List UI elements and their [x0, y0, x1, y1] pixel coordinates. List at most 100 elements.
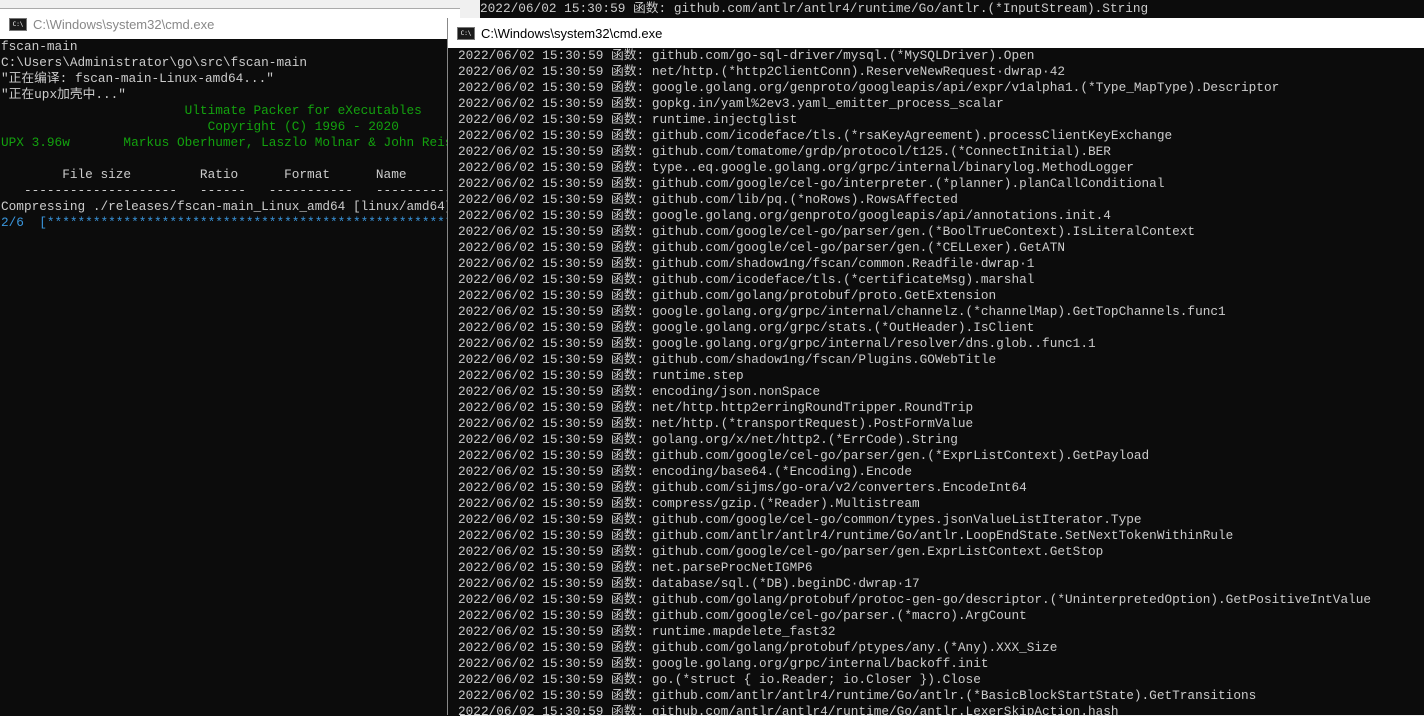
- log-function: github.com/google/cel-go/parser/gen.(*CE…: [651, 240, 1066, 255]
- log-line: 2022/06/02 15:30:59 函数: golang.org/x/net…: [458, 432, 958, 447]
- log-label: 函数: [611, 112, 637, 127]
- log-timestamp: 2022/06/02 15:30:59: [458, 640, 604, 655]
- log-timestamp: 2022/06/02 15:30:59: [458, 320, 604, 335]
- log-line: 2022/06/02 15:30:59 函数: github.com/sijms…: [458, 480, 1027, 495]
- log-function: github.com/google/cel-go/interpreter.(*p…: [651, 176, 1165, 191]
- log-line: 2022/06/02 15:30:59 函数: github.com/antlr…: [458, 528, 1234, 543]
- log-timestamp: 2022/06/02 15:30:59: [458, 96, 604, 111]
- log-line: 2022/06/02 15:30:59 函数: database/sql.(*D…: [458, 576, 920, 591]
- log-label: 函数: [611, 464, 637, 479]
- log-function: google.golang.org/grpc/internal/resolver…: [651, 336, 1096, 351]
- log-label: 函数: [611, 48, 637, 63]
- log-function: github.com/tomatome/grdp/protocol/t125.(…: [651, 144, 1111, 159]
- log-timestamp: 2022/06/02 15:30:59: [458, 672, 604, 687]
- left-console-output: fscan-main C:\Users\Administrator\go\src\…: [0, 39, 460, 716]
- log-function: github.com/google/cel-go/common/types.js…: [651, 512, 1142, 527]
- log-line: 2022/06/02 15:30:59 函数: github.com/golan…: [458, 288, 997, 303]
- log-label: 函数: [611, 544, 637, 559]
- log-timestamp: 2022/06/02 15:30:59: [458, 560, 604, 575]
- log-label: 函数: [611, 576, 637, 591]
- log-label: 函数: [611, 624, 637, 639]
- console-line: 2/6 [***********************************…: [1, 215, 460, 230]
- log-timestamp: 2022/06/02 15:30:59: [458, 592, 604, 607]
- log-line: 2022/06/02 15:30:59 函数: encoding/json.no…: [458, 384, 821, 399]
- log-line: 2022/06/02 15:30:59 函数: github.com/shado…: [458, 256, 1035, 271]
- log-function: net/http.http2erringRoundTripper.RoundTr…: [651, 400, 974, 415]
- log-line: 2022/06/02 15:30:59 函数: github.com/tomat…: [458, 144, 1111, 159]
- log-function: runtime.mapdelete_fast32: [651, 624, 836, 639]
- log-function: gopkg.in/yaml%2ev3.yaml_emitter_process_…: [651, 96, 1004, 111]
- log-line: 2022/06/02 15:30:59 函数: compress/gzip.(*…: [458, 496, 920, 511]
- console-line: Copyright (C) 1996 - 2020: [1, 119, 399, 134]
- log-line: 2022/06/02 15:30:59 函数: gopkg.in/yaml%2e…: [458, 96, 1004, 111]
- log-line: 2022/06/02 15:30:59 函数: net.parseProcNet…: [458, 560, 813, 575]
- log-line: 2022/06/02 15:30:59 函数: google.golang.or…: [458, 80, 1280, 95]
- log-label: 函数: [611, 368, 637, 383]
- log-timestamp: 2022/06/02 15:30:59: [458, 176, 604, 191]
- log-label: 函数: [611, 432, 637, 447]
- log-timestamp: 2022/06/02 15:30:59: [458, 688, 604, 703]
- log-label: 函数: [611, 640, 637, 655]
- log-function: google.golang.org/genproto/googleapis/ap…: [651, 80, 1280, 95]
- log-timestamp: 2022/06/02 15:30:59: [458, 432, 604, 447]
- log-label: 函数: [611, 176, 637, 191]
- log-timestamp: 2022/06/02 15:30:59: [458, 448, 604, 463]
- log-label: 函数: [611, 272, 637, 287]
- log-line: 2022/06/02 15:30:59 函数: google.golang.or…: [458, 304, 1226, 319]
- log-line: 2022/06/02 15:30:59 函数: go.(*struct { io…: [458, 672, 981, 687]
- log-function: github.com/google/cel-go/parser/gen.(*Ex…: [651, 448, 1150, 463]
- log-line: 2022/06/02 15:30:59 函数: github.com/googl…: [458, 240, 1066, 255]
- log-line: 2022/06/02 15:30:59 函数: net/http.(*http2…: [458, 64, 1066, 79]
- log-label: 函数: [611, 688, 637, 703]
- log-timestamp: 2022/06/02 15:30:59: [458, 256, 604, 271]
- log-timestamp: 2022/06/02 15:30:59: [458, 160, 604, 175]
- log-timestamp: 2022/06/02 15:30:59: [458, 416, 604, 431]
- console-line: "正在upx加壳中...": [1, 87, 126, 102]
- log-function: net/http.(*http2ClientConn).ReserveNewRe…: [651, 64, 1066, 79]
- log-timestamp: 2022/06/02 15:30:59: [458, 48, 604, 63]
- log-function: github.com/antlr/antlr4/runtime/Go/antlr…: [651, 528, 1234, 543]
- log-label: 函数: [611, 704, 637, 715]
- log-function: encoding/json.nonSpace: [651, 384, 821, 399]
- log-line: 2022/06/02 15:30:59 函数: runtime.mapdelet…: [458, 624, 836, 639]
- log-timestamp: 2022/06/02 15:30:59: [458, 624, 604, 639]
- log-line: 2022/06/02 15:30:59 函数: net/http.(*trans…: [458, 416, 974, 431]
- log-function: github.com/antlr/antlr4/runtime/Go/antlr…: [651, 688, 1257, 703]
- log-label: 函数: [611, 400, 637, 415]
- log-function: net.parseProcNetIGMP6: [651, 560, 813, 575]
- log-function: golang.org/x/net/http2.(*ErrCode).String: [651, 432, 958, 447]
- log-line: 2022/06/02 15:30:59 函数: encoding/base64.…: [458, 464, 912, 479]
- cmd-icon: C:\: [457, 26, 475, 40]
- log-line: 2022/06/02 15:30:59 函数: github.com/icode…: [458, 128, 1173, 143]
- log-timestamp: 2022/06/02 15:30:59: [458, 128, 604, 143]
- log-function: google.golang.org/grpc/stats.(*OutHeader…: [651, 320, 1035, 335]
- log-label: 函数: [611, 64, 637, 79]
- console-line: fscan-main: [1, 39, 78, 54]
- log-function: google.golang.org/genproto/googleapis/ap…: [651, 208, 1111, 223]
- log-function: runtime.step: [651, 368, 744, 383]
- log-line: 2022/06/02 15:30:59 函数: github.com/golan…: [458, 640, 1058, 655]
- log-timestamp: 2022/06/02 15:30:59: [458, 384, 604, 399]
- right-window-titlebar[interactable]: C:\ C:\Windows\system32\cmd.exe: [448, 18, 1424, 48]
- log-label: 函数: [611, 192, 637, 207]
- log-line: 2022/06/02 15:30:59 函数: github.com/golan…: [458, 592, 1372, 607]
- log-line: 2022/06/02 15:30:59 函数: runtime.step: [458, 368, 744, 383]
- left-cmd-window[interactable]: C:\ C:\Windows\system32\cmd.exe fscan-ma…: [0, 8, 460, 716]
- right-cmd-window[interactable]: C:\ C:\Windows\system32\cmd.exe 2022/06/…: [447, 18, 1424, 715]
- log-timestamp: 2022/06/02 15:30:59: [458, 304, 604, 319]
- right-window-title: C:\Windows\system32\cmd.exe: [481, 25, 663, 41]
- console-line: C:\Users\Administrator\go\src\fscan-main: [1, 55, 308, 70]
- log-label: 函数: [611, 208, 637, 223]
- log-function: type..eq.google.golang.org/grpc/internal…: [651, 160, 1134, 175]
- right-console-output: 2022/06/02 15:30:59 函数: github.com/go-sq…: [448, 48, 1424, 715]
- log-label: 函数: [611, 336, 637, 351]
- log-label: 函数: [611, 352, 637, 367]
- log-label: 函数: [611, 512, 637, 527]
- log-label: 函数: [611, 480, 637, 495]
- log-line: 2022/06/02 15:30:59 函数: net/http.http2er…: [458, 400, 974, 415]
- console-line: Compressing ./releases/fscan-main_Linux_…: [1, 199, 453, 214]
- log-timestamp: 2022/06/02 15:30:59: [458, 352, 604, 367]
- log-line: 2022/06/02 15:30:59 函数: runtime.injectgl…: [458, 112, 798, 127]
- left-window-titlebar[interactable]: C:\ C:\Windows\system32\cmd.exe: [0, 9, 460, 39]
- log-timestamp: 2022/06/02 15:30:59: [458, 272, 604, 287]
